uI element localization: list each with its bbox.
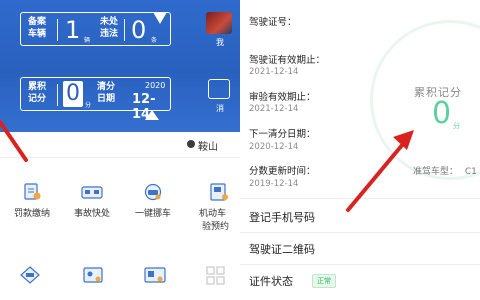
app-icon[interactable] [206, 12, 232, 34]
diamond-badge-icon[interactable] [19, 265, 41, 285]
score-value: 0 [432, 96, 452, 131]
service-label: 机动车 [199, 209, 227, 219]
registered-vehicles-unit: 辆 [84, 37, 91, 44]
service-move-car[interactable]: 一键挪车 [133, 183, 173, 219]
service-accident-quick[interactable]: 事故快处 [72, 183, 112, 219]
divider [240, 198, 480, 199]
location-pin-icon [187, 140, 195, 148]
car-accident-icon [81, 183, 103, 201]
location-bar[interactable]: 鞍山 [0, 132, 240, 158]
receipt-icon [21, 183, 43, 201]
score-update-value: 2019-12-14 [249, 179, 299, 189]
vehicle-violation-card[interactable]: 备案 车辆 1 辆 未处 违法 0 条 [20, 12, 171, 46]
service-vehicle-inspection[interactable]: 机动车 验预约 [196, 183, 240, 232]
service-label2: 验预约 [202, 222, 230, 232]
side-label-msg[interactable]: 消 [216, 103, 224, 114]
divider [57, 84, 58, 106]
score-unit: 分 [453, 122, 460, 130]
unprocessed-value: 0 [131, 16, 147, 44]
registered-vehicles-label2: 车辆 [28, 29, 47, 39]
score-value: 0 [63, 81, 83, 107]
audit-expiry-label: 审验有效期止： [249, 92, 316, 103]
license-type-value: C1 [464, 167, 477, 177]
row-license-qrcode[interactable]: 驾驶证二维码 [249, 241, 315, 257]
service-label: 罚款缴纳 [13, 209, 50, 219]
id-card-icon[interactable] [82, 265, 104, 285]
unprocessed-label2: 违法 [100, 29, 119, 39]
unprocessed-unit: 条 [151, 37, 158, 44]
clear-date-label1: 清分 [97, 82, 116, 92]
inspection-icon [208, 183, 230, 201]
registered-vehicles-value: 1 [65, 16, 81, 44]
right-screen: 驾驶证号： 驾驶证有效期止： 2021-12-14 审验有效期止： 2021-1… [240, 0, 480, 300]
bookmark-icon [145, 110, 159, 120]
hero-banner: 备案 车辆 1 辆 未处 违法 0 条 累积 记分 0 分 清分 日期 2020… [0, 0, 240, 132]
divider [57, 19, 58, 41]
license-expiry-label: 驾驶证有效期止： [249, 55, 326, 66]
divider [240, 232, 480, 233]
license-type-label: 准驾车型： [413, 167, 459, 177]
service-label: 一键挪车 [134, 209, 171, 219]
next-clear-label: 下一清分日期： [249, 129, 316, 140]
score-update-label: 分数更新时间： [249, 166, 316, 177]
audit-expiry-value: 2021-12-14 [249, 104, 299, 114]
bookmark-icon [153, 12, 167, 24]
status-badge: 正常 [312, 274, 336, 288]
move-car-icon [142, 183, 164, 201]
unprocessed-label1: 未处 [100, 17, 119, 27]
score-label1: 累积 [28, 82, 47, 92]
license-number-label: 驾驶证号： [249, 17, 297, 28]
license-type: 准驾车型： C1 [413, 164, 477, 177]
row-certificate-status[interactable]: 证件状态 [249, 273, 293, 289]
service-label: 事故快处 [73, 209, 110, 219]
next-clear-value: 2020-12-14 [249, 142, 299, 152]
grid-apps-icon[interactable] [205, 265, 227, 285]
message-icon[interactable] [208, 79, 230, 99]
divider [124, 19, 125, 41]
score-label2: 记分 [28, 94, 47, 104]
row-phone-number[interactable]: 登记手机号码 [249, 209, 315, 225]
score-gauge-ring [370, 20, 480, 180]
license-card-icon[interactable] [144, 265, 166, 285]
divider [240, 264, 480, 265]
license-expiry-value: 2021-12-14 [249, 67, 299, 77]
service-fine-payment[interactable]: 罚款缴纳 [12, 183, 52, 219]
location-text: 鞍山 [198, 142, 218, 153]
score-unit: 分 [85, 102, 92, 109]
left-screen: 备案 车辆 1 辆 未处 违法 0 条 累积 记分 0 分 清分 日期 2020… [0, 0, 240, 300]
registered-vehicles-label1: 备案 [28, 17, 47, 27]
clear-date-label2: 日期 [97, 94, 116, 104]
clear-year: 2020 [145, 81, 166, 90]
side-label-me[interactable]: 我 [216, 37, 224, 48]
score-card[interactable]: 累积 记分 0 分 清分 日期 2020 12-14 [20, 77, 171, 122]
